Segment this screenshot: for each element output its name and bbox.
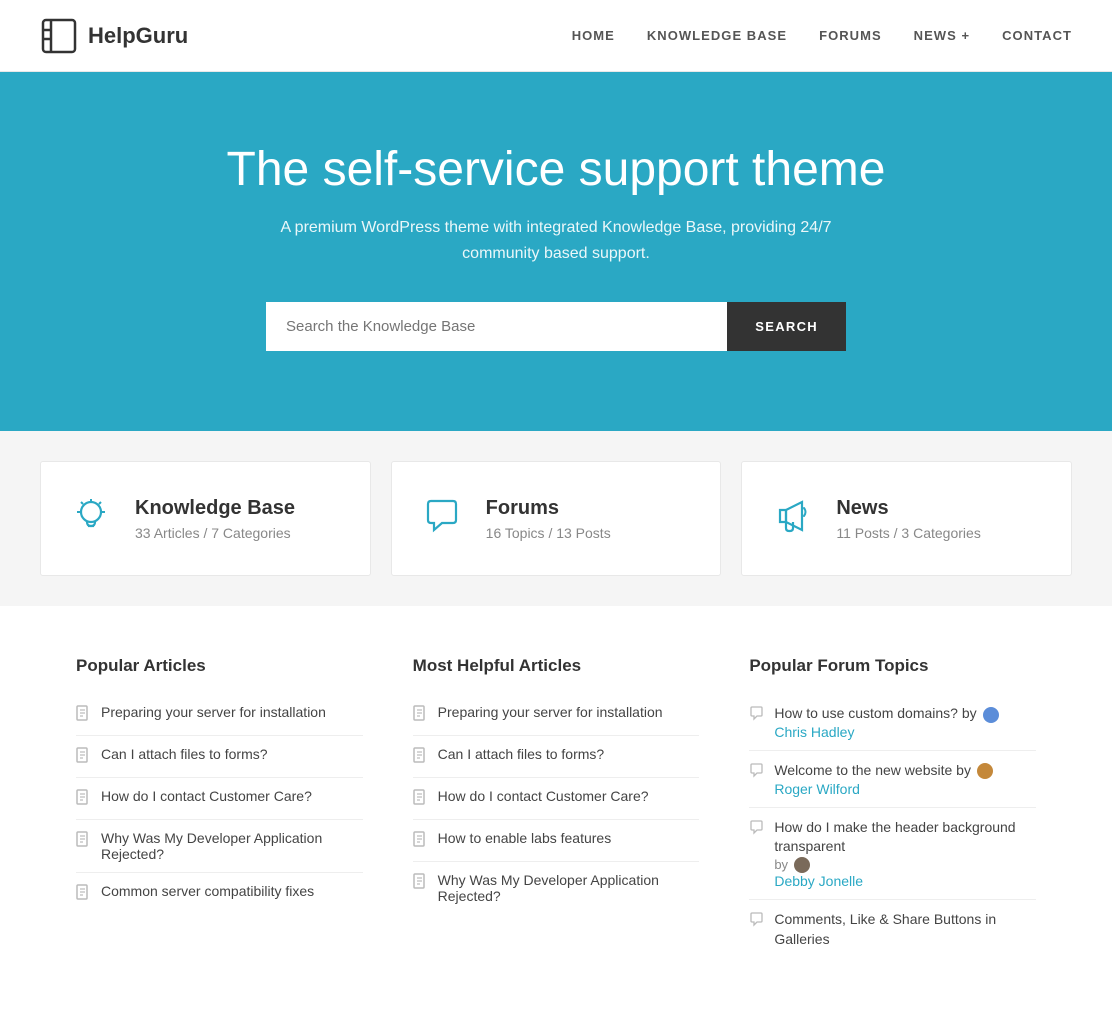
popular-articles-list: Preparing your server for installation C… <box>76 694 363 914</box>
forum-topic-content: How to use custom domains? by Chris Hadl… <box>774 704 998 740</box>
hero-subtitle: A premium WordPress theme with integrate… <box>276 215 836 266</box>
forum-author-link[interactable]: Roger Wilford <box>774 781 993 797</box>
site-header: HelpGuru HOME KNOWLEDGE BASE FORUMS NEWS… <box>0 0 1112 72</box>
forum-topics-list: How to use custom domains? by Chris Hadl… <box>749 694 1036 959</box>
logo-text: HelpGuru <box>88 23 188 49</box>
forum-topic-content: How do I make the header background tran… <box>774 818 1036 890</box>
forum-topics-col: Popular Forum Topics How to use custom d… <box>749 656 1036 959</box>
forum-topic-content: Welcome to the new website by Roger Wilf… <box>774 761 993 797</box>
helpful-articles-col: Most Helpful Articles Preparing your ser… <box>413 656 700 959</box>
chat-bubble-icon <box>749 820 764 838</box>
document-icon <box>413 831 428 851</box>
document-icon <box>413 747 428 767</box>
stats-grid: Knowledge Base 33 Articles / 7 Categorie… <box>40 461 1072 576</box>
stat-card-news[interactable]: News 11 Posts / 3 Categories <box>741 461 1072 576</box>
forum-author-link[interactable]: Chris Hadley <box>774 724 998 740</box>
stats-section: Knowledge Base 33 Articles / 7 Categorie… <box>0 431 1112 606</box>
list-item: How to use custom domains? by Chris Hadl… <box>749 694 1036 751</box>
search-button[interactable]: SEARCH <box>727 302 846 351</box>
list-item: Welcome to the new website by Roger Wilf… <box>749 751 1036 808</box>
list-item[interactable]: How do I contact Customer Care? <box>76 778 363 820</box>
content-grid: Popular Articles Preparing your server f… <box>76 656 1036 959</box>
list-item: How do I make the header background tran… <box>749 808 1036 901</box>
nav-forums[interactable]: FORUMS <box>819 28 882 43</box>
stat-sub-forums: 16 Topics / 13 Posts <box>486 525 611 541</box>
forum-topic-content: Comments, Like & Share Buttons in Galler… <box>774 910 1036 949</box>
document-icon <box>76 747 91 767</box>
stat-info-forums: Forums 16 Topics / 13 Posts <box>486 497 611 541</box>
avatar <box>794 857 810 873</box>
nav-contact[interactable]: CONTACT <box>1002 28 1072 43</box>
list-item[interactable]: Preparing your server for installation <box>413 694 700 736</box>
search-input[interactable] <box>266 302 727 351</box>
forum-author-link[interactable]: Debby Jonelle <box>774 873 1036 889</box>
document-icon <box>76 789 91 809</box>
list-item[interactable]: Preparing your server for installation <box>76 694 363 736</box>
logo[interactable]: HelpGuru <box>40 17 188 55</box>
chat-bubble-icon <box>749 912 764 930</box>
chat-icon <box>420 494 464 543</box>
list-item[interactable]: Why Was My Developer Application Rejecte… <box>413 862 700 914</box>
helpful-articles-title: Most Helpful Articles <box>413 656 700 676</box>
main-nav: HOME KNOWLEDGE BASE FORUMS NEWS + CONTAC… <box>572 28 1072 43</box>
document-icon <box>413 705 428 725</box>
list-item[interactable]: Common server compatibility fixes <box>76 873 363 914</box>
list-item[interactable]: How do I contact Customer Care? <box>413 778 700 820</box>
popular-articles-title: Popular Articles <box>76 656 363 676</box>
list-item: Comments, Like & Share Buttons in Galler… <box>749 900 1036 959</box>
avatar <box>983 707 999 723</box>
stat-title-news: News <box>836 497 980 520</box>
stat-sub-knowledge-base: 33 Articles / 7 Categories <box>135 525 295 541</box>
document-icon <box>413 873 428 893</box>
list-item[interactable]: Can I attach files to forms? <box>76 736 363 778</box>
helpful-articles-list: Preparing your server for installation C… <box>413 694 700 914</box>
chat-bubble-icon <box>749 763 764 781</box>
avatar <box>977 763 993 779</box>
nav-knowledge-base[interactable]: KNOWLEDGE BASE <box>647 28 787 43</box>
content-section: Popular Articles Preparing your server f… <box>36 606 1076 1009</box>
list-item[interactable]: Can I attach files to forms? <box>413 736 700 778</box>
document-icon <box>413 789 428 809</box>
list-item[interactable]: How to enable labs features <box>413 820 700 862</box>
stat-card-knowledge-base[interactable]: Knowledge Base 33 Articles / 7 Categorie… <box>40 461 371 576</box>
stat-card-forums[interactable]: Forums 16 Topics / 13 Posts <box>391 461 722 576</box>
nav-news[interactable]: NEWS + <box>914 28 970 43</box>
popular-articles-col: Popular Articles Preparing your server f… <box>76 656 363 959</box>
list-item[interactable]: Why Was My Developer Application Rejecte… <box>76 820 363 873</box>
hero-title: The self-service support theme <box>40 142 1072 197</box>
stat-sub-news: 11 Posts / 3 Categories <box>836 525 980 541</box>
nav-home[interactable]: HOME <box>572 28 615 43</box>
forum-topics-title: Popular Forum Topics <box>749 656 1036 676</box>
stat-info-knowledge-base: Knowledge Base 33 Articles / 7 Categorie… <box>135 497 295 541</box>
stat-title-knowledge-base: Knowledge Base <box>135 497 295 520</box>
document-icon <box>76 705 91 725</box>
stat-info-news: News 11 Posts / 3 Categories <box>836 497 980 541</box>
hero-section: The self-service support theme A premium… <box>0 72 1112 431</box>
stat-title-forums: Forums <box>486 497 611 520</box>
megaphone-icon <box>770 494 814 543</box>
search-bar: SEARCH <box>266 302 846 351</box>
document-icon <box>76 831 91 851</box>
logo-icon <box>40 17 78 55</box>
document-icon <box>76 884 91 904</box>
lightbulb-icon <box>69 494 113 543</box>
chat-bubble-icon <box>749 706 764 724</box>
